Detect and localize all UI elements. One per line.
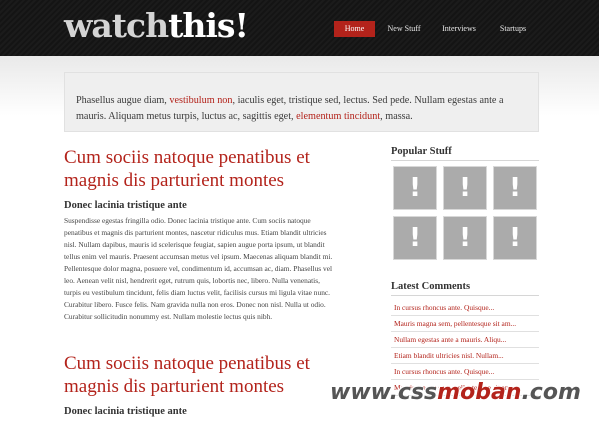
- latest-comments: Latest Comments In cursus rhoncus ante. …: [391, 281, 539, 396]
- site-logo[interactable]: watchthis!: [64, 6, 249, 45]
- nav-home[interactable]: Home: [334, 21, 375, 37]
- popular-thumbnails: ! ! ! ! ! !: [391, 164, 539, 261]
- popular-thumb[interactable]: !: [392, 215, 438, 261]
- logo-part-watch: watch: [64, 6, 169, 45]
- popular-stuff-heading: Popular Stuff: [391, 146, 539, 161]
- exclamation-icon: !: [409, 223, 421, 253]
- comment-link[interactable]: Etiam blandit ultricies nisl. Nullam...: [391, 348, 539, 364]
- intro-link-vestibulum[interactable]: vestibulum non: [169, 95, 232, 106]
- popular-thumb[interactable]: !: [492, 165, 538, 211]
- post-title[interactable]: Cum sociis natoque penatibus et magnis d…: [64, 352, 336, 398]
- exclamation-icon: !: [459, 173, 471, 203]
- comment-link[interactable]: Mauris magna sem, pellentesque sit am...: [391, 316, 539, 332]
- popular-thumb[interactable]: !: [492, 215, 538, 261]
- intro-text-part: Phasellus augue diam,: [76, 95, 170, 106]
- watermark-part: moban: [437, 380, 522, 405]
- latest-comments-heading: Latest Comments: [391, 281, 539, 296]
- nav-startups[interactable]: Startups: [495, 21, 531, 37]
- popular-thumb[interactable]: !: [392, 165, 438, 211]
- comment-link[interactable]: Nullam egestas ante a mauris. Aliqu...: [391, 332, 539, 348]
- comment-link[interactable]: In cursus rhoncus ante. Quisque...: [391, 364, 539, 380]
- nav-new-stuff[interactable]: New Stuff: [384, 21, 424, 37]
- post-body: Suspendisse egestas fringilla odio. Done…: [64, 216, 333, 321]
- exclamation-icon: !: [409, 173, 421, 203]
- post-subtitle: Donec lacinia tristique ante: [64, 406, 187, 417]
- site-watermark: www.cssmoban.com: [330, 380, 581, 405]
- exclamation-icon: !: [509, 173, 521, 203]
- intro-link-elementum[interactable]: elementum tincidunt: [296, 111, 380, 122]
- post: Cum sociis natoque penatibus et magnis d…: [64, 146, 336, 323]
- post: Cum sociis natoque penatibus et magnis d…: [64, 352, 336, 417]
- comment-link[interactable]: In cursus rhoncus ante. Quisque...: [391, 300, 539, 316]
- nav-interviews[interactable]: Interviews: [438, 21, 480, 37]
- post-subtitle: Donec lacinia tristique ante: [64, 200, 187, 211]
- intro-text-part: , massa.: [380, 111, 413, 122]
- intro-text: Phasellus augue diam, vestibulum non, ia…: [76, 93, 536, 125]
- sidebar: Popular Stuff ! ! ! ! ! ! Latest Comment…: [391, 146, 539, 396]
- popular-thumb[interactable]: !: [442, 215, 488, 261]
- site-header: watchthis! Home New Stuff Interviews Sta…: [0, 0, 599, 56]
- post-title[interactable]: Cum sociis natoque penatibus et magnis d…: [64, 146, 336, 192]
- watermark-part: .com: [521, 380, 581, 405]
- intro-box: Phasellus augue diam, vestibulum non, ia…: [64, 72, 539, 132]
- exclamation-icon: !: [509, 223, 521, 253]
- logo-part-this: this!: [168, 6, 249, 45]
- exclamation-icon: !: [459, 223, 471, 253]
- watermark-part: www.css: [330, 380, 438, 405]
- popular-thumb[interactable]: !: [442, 165, 488, 211]
